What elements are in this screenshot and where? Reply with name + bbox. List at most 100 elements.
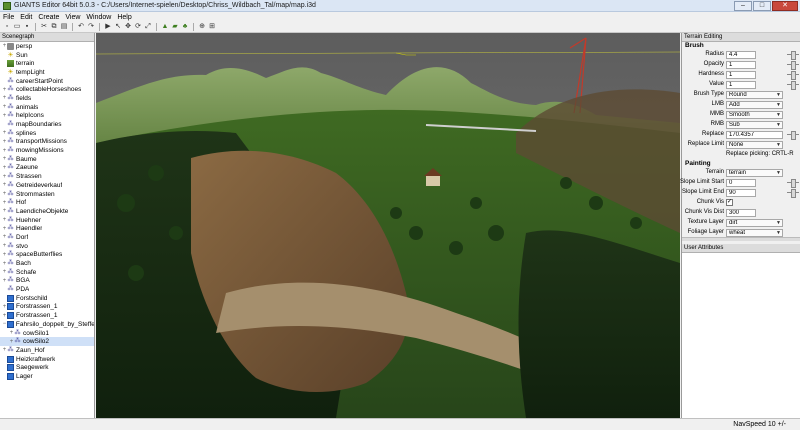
tree-item[interactable]: Heizkraftwerk: [0, 355, 94, 364]
tree-item[interactable]: Lager: [0, 372, 94, 381]
tree-item[interactable]: terrain: [0, 59, 94, 68]
cut-icon[interactable]: ✂: [40, 23, 48, 31]
rmb-select[interactable]: Sub ▼: [726, 121, 783, 129]
terrain-panel-scrollbar[interactable]: [682, 237, 800, 241]
slope-end-input[interactable]: 90: [726, 189, 756, 197]
brush-type-select[interactable]: Round ▼: [726, 91, 783, 99]
tree-item[interactable]: + ⁂ transportMissions: [0, 138, 94, 147]
tree-item[interactable]: + ⁂ mowingMissions: [0, 146, 94, 155]
tree-item[interactable]: + ⁂ spaceButterflies: [0, 251, 94, 260]
menu-edit[interactable]: Edit: [20, 14, 32, 21]
radius-slider[interactable]: [787, 51, 799, 60]
tree-item[interactable]: + ⁂ cowSilo1: [0, 329, 94, 338]
mmb-select[interactable]: Smooth ▼: [726, 111, 783, 119]
tree-item[interactable]: + ⁂ Huehner: [0, 216, 94, 225]
tree-item[interactable]: + ⁂ splines: [0, 129, 94, 138]
grid-icon[interactable]: ⊞: [208, 23, 216, 31]
tree-item[interactable]: ☀ Sun: [0, 51, 94, 60]
hardness-slider[interactable]: [787, 71, 799, 80]
tree-item[interactable]: ⁂ PDA: [0, 285, 94, 294]
menu-window[interactable]: Window: [86, 14, 111, 21]
opacity-label: Opacity: [703, 61, 724, 67]
replace-limit-select[interactable]: None ▼: [726, 141, 783, 149]
rotate-icon[interactable]: ⟳: [134, 23, 142, 31]
tree-item[interactable]: + ⁂ collectableHorseshoes: [0, 85, 94, 94]
lmb-select[interactable]: Add ▼: [726, 101, 783, 109]
tree-item[interactable]: + ⁂ Getreideverkauf: [0, 181, 94, 190]
tree-item[interactable]: + Forstrassen_1: [0, 303, 94, 312]
texture-layer-select[interactable]: dirt ▼: [726, 219, 783, 227]
tree-item[interactable]: ⁂ mapBoundaries: [0, 120, 94, 129]
tree-item[interactable]: + ⁂ Zaeune: [0, 164, 94, 173]
chunk-vis-checkbox[interactable]: ✓: [726, 199, 733, 206]
paste-icon[interactable]: ▤: [60, 23, 68, 31]
tree-item[interactable]: + ⁂ Bach: [0, 259, 94, 268]
minimize-button[interactable]: –: [734, 1, 752, 11]
tree-item[interactable]: + ⁂ Haendler: [0, 224, 94, 233]
foliage-icon[interactable]: ♣: [181, 23, 189, 31]
tree-item[interactable]: + ⁂ fields: [0, 94, 94, 103]
tree-item[interactable]: + ⁂ Zaun_Hof: [0, 346, 94, 355]
tree-item[interactable]: + ⁂ Hof: [0, 198, 94, 207]
brush-type-row: Brush Type Round ▼: [682, 90, 800, 100]
tree-item[interactable]: + ⁂ Strassen: [0, 172, 94, 181]
group-node-icon: ⁂: [7, 138, 14, 145]
chunk-vis-dist-input[interactable]: 300: [726, 209, 756, 217]
tree-item[interactable]: + ⁂ cowSilo2: [0, 337, 94, 347]
play-icon[interactable]: ▶: [104, 23, 112, 31]
redo-icon[interactable]: ↷: [87, 23, 95, 31]
open-icon[interactable]: ▭: [13, 23, 21, 31]
tree-item[interactable]: + ⁂ Baume: [0, 155, 94, 164]
replace-limit-value: None: [729, 142, 744, 148]
terrain-view[interactable]: [96, 33, 680, 418]
foliage-layer-select[interactable]: wheat ▼: [726, 229, 783, 237]
replace-input[interactable]: 170.4357: [726, 131, 783, 139]
opacity-input[interactable]: 1: [726, 61, 756, 69]
tree-item[interactable]: + persp: [0, 42, 94, 51]
move-icon[interactable]: ✥: [124, 23, 132, 31]
copy-icon[interactable]: ⧉: [50, 23, 58, 31]
tree-item[interactable]: Forstschild: [0, 294, 94, 303]
group-node-icon: ⁂: [7, 147, 14, 154]
menu-bar: File Edit Create View Window Help: [0, 12, 800, 22]
slope-start-slider[interactable]: [787, 179, 799, 188]
tree-item[interactable]: Saegewerk: [0, 363, 94, 372]
terrain-select[interactable]: terrain ▼: [726, 169, 783, 177]
scale-icon[interactable]: ⤢: [144, 23, 152, 31]
new-icon[interactable]: ▫: [3, 23, 11, 31]
terrain-sculpt-icon[interactable]: ▲: [161, 23, 169, 31]
navigate-icon[interactable]: ⊕: [198, 23, 206, 31]
value-input[interactable]: 1: [726, 81, 756, 89]
replace-slider[interactable]: [787, 131, 799, 140]
tree-item[interactable]: + ⁂ Schafe: [0, 268, 94, 277]
tree-item[interactable]: + ⁂ Strommasten: [0, 190, 94, 199]
undo-icon[interactable]: ↶: [77, 23, 85, 31]
menu-help[interactable]: Help: [117, 14, 131, 21]
close-button[interactable]: ✕: [772, 1, 798, 11]
menu-create[interactable]: Create: [38, 14, 59, 21]
tree-item[interactable]: + ⁂ Dorf: [0, 233, 94, 242]
radius-input[interactable]: 4.4: [726, 51, 756, 59]
slope-end-slider[interactable]: [787, 189, 799, 198]
opacity-slider[interactable]: [787, 61, 799, 70]
tree-item[interactable]: + Forstrassen_1: [0, 311, 94, 320]
tree-item[interactable]: + ⁂ BGA: [0, 277, 94, 286]
menu-view[interactable]: View: [65, 14, 80, 21]
save-icon[interactable]: ▪: [23, 23, 31, 31]
tree-item[interactable]: ☀ tempLight: [0, 68, 94, 77]
paint-icon[interactable]: ▰: [171, 23, 179, 31]
menu-file[interactable]: File: [3, 14, 14, 21]
3d-viewport[interactable]: [96, 33, 680, 418]
slope-start-input[interactable]: 0: [726, 179, 756, 187]
tree-item[interactable]: ⁂ careerStartPoint: [0, 77, 94, 86]
tree-item[interactable]: − Fahrsilo_doppelt_by_Steffe: [0, 320, 94, 329]
select-icon[interactable]: ↖: [114, 23, 122, 31]
maximize-button[interactable]: □: [753, 1, 771, 11]
tree-item[interactable]: + ⁂ LaendicheObjekte: [0, 207, 94, 216]
tree-item[interactable]: + ⁂ animals: [0, 103, 94, 112]
hardness-input[interactable]: 1: [726, 71, 756, 79]
value-slider[interactable]: [787, 81, 799, 90]
tree-item[interactable]: + ⁂ stvo: [0, 242, 94, 251]
group-node-icon: ⁂: [7, 86, 14, 93]
tree-item[interactable]: + ⁂ helpIcons: [0, 112, 94, 121]
